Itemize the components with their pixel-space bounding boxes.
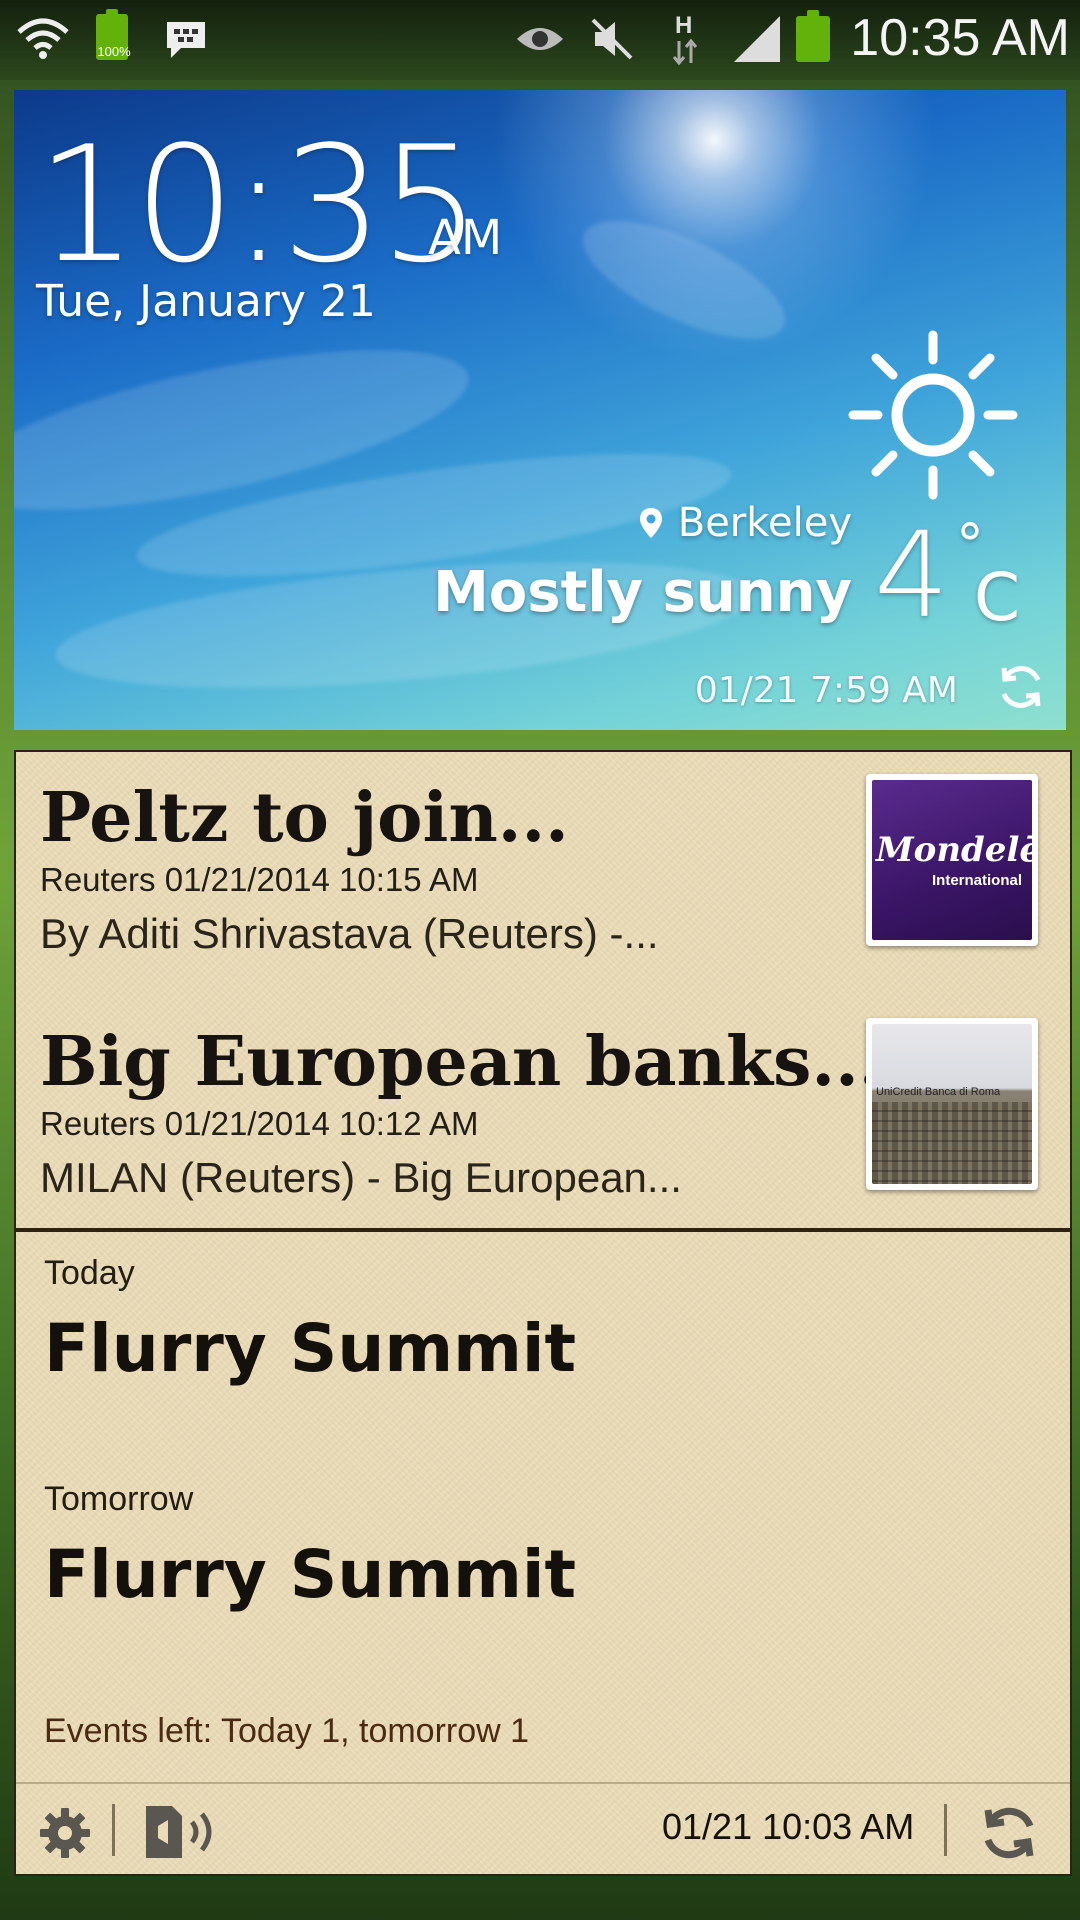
calendar-event[interactable]: Flurry Summit	[44, 1536, 576, 1613]
gear-icon[interactable]	[38, 1806, 92, 1860]
news-widget: Peltz to join... Reuters 01/21/2014 10:1…	[14, 750, 1072, 1230]
calendar-footer: 01/21 10:03 AM	[16, 1782, 1070, 1876]
hspa-data-icon: H	[668, 8, 704, 70]
events-left-summary: Events left: Today 1, tomorrow 1	[44, 1712, 530, 1750]
news-source-date: Reuters 01/21/2014 10:15 AM	[40, 861, 479, 898]
news-snippet: MILAN (Reuters) - Big European...	[40, 1154, 682, 1201]
divider	[112, 1804, 115, 1856]
news-thumbnail[interactable]: Mondelēz International	[866, 774, 1038, 946]
battery-percent: 100%	[97, 44, 131, 59]
smart-stay-eye-icon	[514, 8, 566, 70]
news-item[interactable]: Peltz to join... Reuters 01/21/2014 10:1…	[40, 778, 659, 966]
weather-condition: Mostly sunny	[433, 560, 852, 625]
sunny-weather-icon	[848, 330, 1018, 500]
weather-clock-widget[interactable]: 10:35 AM Tue, January 21 Berkeley Mostly…	[14, 90, 1066, 730]
temperature-value: 4	[874, 506, 950, 644]
news-item[interactable]: Big European banks... Reuters 01/21/2014…	[40, 1022, 882, 1210]
status-bar: 100% H 10:35 AM	[0, 0, 1080, 80]
bank-sign: UniCredit Banca di Roma	[876, 1086, 1001, 1098]
weather-refresh-icon[interactable]	[994, 660, 1048, 714]
mondelez-logo: Mondelēz	[876, 830, 1032, 870]
calendar-widget: Today Flurry Summit Tomorrow Flurry Summ…	[14, 1230, 1072, 1876]
calendar-day-label: Tomorrow	[44, 1480, 194, 1518]
location-name: Berkeley	[677, 500, 852, 546]
weather-location: Berkeley	[638, 500, 852, 546]
news-title: Big European banks...	[40, 1022, 883, 1102]
news-thumbnail[interactable]: UniCredit Banca di Roma	[866, 1018, 1038, 1190]
calendar-day-label: Today	[44, 1254, 135, 1292]
news-snippet: By Aditi Shrivastava (Reuters) -...	[40, 910, 659, 957]
news-source-date: Reuters 01/21/2014 10:12 AM	[40, 1105, 479, 1142]
calendar-updated-time: 01/21 10:03 AM	[662, 1806, 915, 1847]
mute-icon	[588, 8, 636, 70]
battery-icon	[796, 10, 830, 62]
wifi-icon	[14, 8, 72, 70]
building-photo	[872, 1102, 1032, 1184]
calendar-event[interactable]: Flurry Summit	[44, 1310, 576, 1387]
weather-updated-time: 01/21 7:59 AM	[694, 670, 958, 711]
news-title: Peltz to join...	[40, 778, 569, 858]
bbm-icon	[162, 8, 210, 70]
widget-date: Tue, January 21	[36, 276, 376, 327]
widget-clock-time: 10:35	[36, 111, 481, 298]
widget-clock-ampm: AM	[428, 210, 503, 266]
read-aloud-icon[interactable]	[142, 1804, 228, 1860]
signal-icon	[730, 8, 784, 70]
refresh-icon[interactable]	[978, 1802, 1040, 1864]
temperature-unit: C	[974, 559, 1021, 636]
svg-text:H: H	[675, 12, 692, 39]
status-clock: 10:35 AM	[850, 9, 1070, 67]
mondelez-logo-sub: International	[932, 872, 1023, 889]
location-pin-icon	[639, 508, 662, 538]
divider	[944, 1804, 947, 1856]
